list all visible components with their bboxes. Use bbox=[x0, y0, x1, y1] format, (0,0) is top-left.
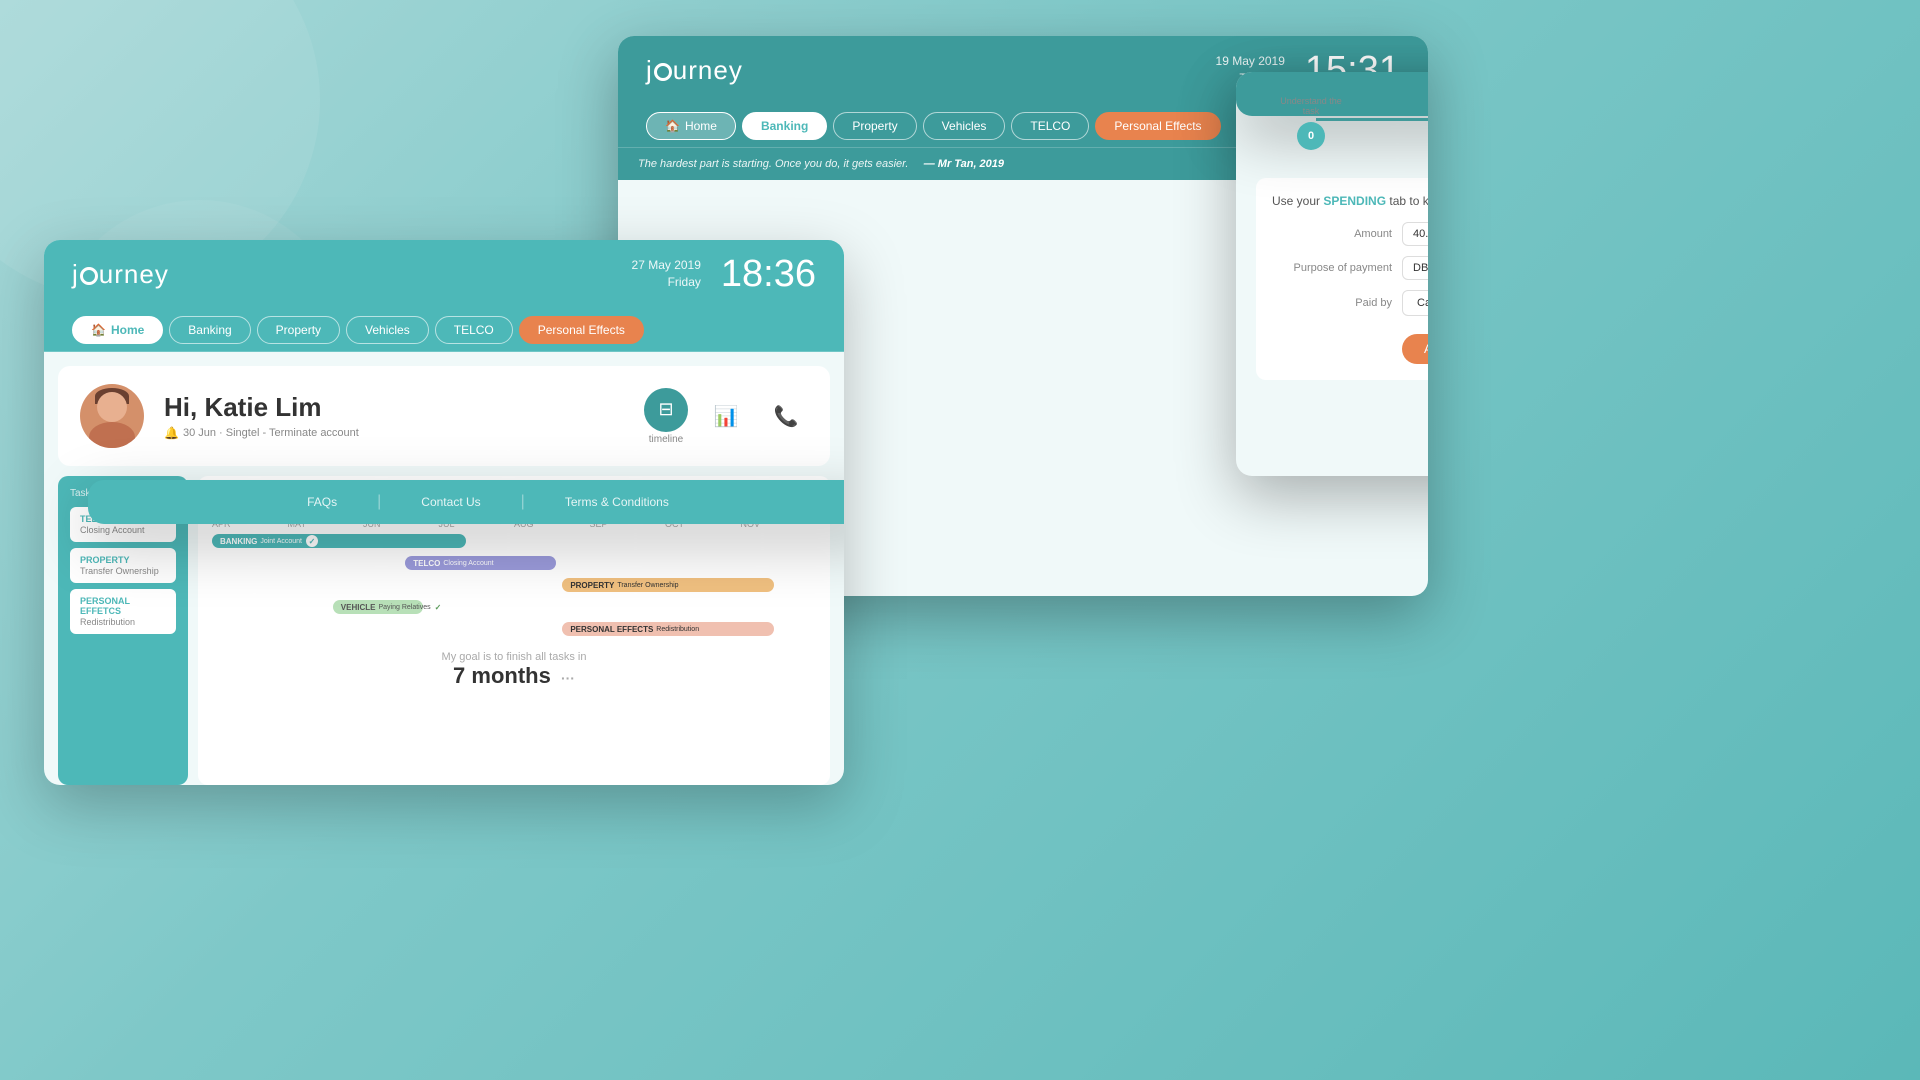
timeline-icon: ⊟ bbox=[658, 399, 673, 420]
home-icon: 🏠 bbox=[665, 119, 680, 133]
call-icon: 📞 bbox=[774, 404, 799, 429]
bar-vehicle: VEHICLE Paying Relatives ✓ bbox=[333, 600, 424, 614]
front-logo: jurney bbox=[72, 259, 169, 290]
paid-by-label: Paid by bbox=[1272, 297, 1392, 309]
front-header-time: 18:36 bbox=[721, 253, 816, 296]
amount-input[interactable] bbox=[1402, 222, 1428, 246]
home-window: jurney 27 May 2019 Friday 18:36 🏠 Home B… bbox=[44, 240, 844, 785]
avatar-face bbox=[97, 392, 127, 422]
task-item-personal: PERSONAL EFFETCS Redistribution bbox=[70, 589, 176, 634]
user-section: Hi, Katie Lim 🔔 30 Jun · Singtel - Termi… bbox=[58, 366, 830, 466]
front-nav-bar: 🏠 Home Banking Property Vehicles TELCO P… bbox=[44, 308, 844, 352]
goal-dots-icon: ··· bbox=[561, 670, 575, 686]
front-logo-o-icon bbox=[80, 267, 98, 285]
goal-months: 7 months ··· bbox=[212, 663, 816, 689]
avatar-body bbox=[89, 422, 135, 448]
content-instruction: Use your SPENDING tab to keep track of a… bbox=[1272, 194, 1428, 208]
call-action-group: 📞 bbox=[764, 394, 808, 438]
purpose-row: Purpose of payment bbox=[1272, 256, 1428, 280]
purpose-input[interactable] bbox=[1402, 256, 1428, 280]
step-0: Understand the task 0 bbox=[1276, 96, 1346, 150]
bar-banking-row: BANKING Joint Account ✓ bbox=[212, 533, 816, 549]
bar-telco: TELCO Closing Account bbox=[405, 556, 556, 570]
avatar bbox=[80, 384, 144, 448]
banking-content-area: Use your SPENDING tab to keep track of a… bbox=[1256, 178, 1428, 380]
front-footer-contact[interactable]: Contact Us bbox=[421, 495, 480, 509]
user-info: Hi, Katie Lim 🔔 30 Jun · Singtel - Termi… bbox=[164, 392, 624, 440]
bar-telco-row: TELCO Closing Account bbox=[212, 555, 816, 571]
bar-property: PROPERTY Transfer Ownership bbox=[562, 578, 773, 592]
step-circle-0: 0 bbox=[1297, 122, 1325, 150]
back-tab-home[interactable]: 🏠 Home bbox=[646, 112, 736, 140]
amount-row: Amount bbox=[1272, 222, 1428, 246]
call-button[interactable]: 📞 bbox=[764, 394, 808, 438]
back-tab-property[interactable]: Property bbox=[833, 112, 916, 140]
bar-vehicle-row: VEHICLE Paying Relatives ✓ bbox=[212, 599, 816, 615]
goal-section: My goal is to finish all tasks in 7 mont… bbox=[212, 651, 816, 689]
front-tab-property[interactable]: Property bbox=[257, 316, 340, 344]
user-actions: ⊟ timeline 📊 📞 bbox=[644, 388, 808, 445]
back-logo: jurney bbox=[646, 55, 743, 86]
front-tab-banking[interactable]: Banking bbox=[169, 316, 250, 344]
front-footer-terms[interactable]: Terms & Conditions bbox=[565, 495, 669, 509]
paid-by-row: Paid by Carrie Lim bbox=[1272, 290, 1428, 316]
stats-action-group: 📊 bbox=[704, 394, 748, 438]
bar-personal-row: PERSONAL EFFECTS Redistribution bbox=[212, 621, 816, 637]
spending-highlight: SPENDING bbox=[1323, 194, 1386, 208]
stats-button[interactable]: 📊 bbox=[704, 394, 748, 438]
back-tab-vehicles[interactable]: Vehicles bbox=[923, 112, 1006, 140]
stats-icon: 📊 bbox=[714, 404, 739, 429]
front-tab-vehicles[interactable]: Vehicles bbox=[346, 316, 429, 344]
front-main-content: Hi, Katie Lim 🔔 30 Jun · Singtel - Termi… bbox=[44, 352, 844, 785]
logo-o-icon bbox=[654, 63, 672, 81]
timeline-button[interactable]: ⊟ bbox=[644, 388, 688, 432]
notification-bell-icon: 🔔 bbox=[164, 426, 179, 440]
timeline-label: timeline bbox=[649, 434, 683, 445]
front-tab-personal-effects[interactable]: Personal Effects bbox=[519, 316, 644, 344]
banking-check-icon: ✓ bbox=[306, 535, 318, 547]
front-footer-faqs[interactable]: FAQs bbox=[307, 495, 337, 509]
front-home-icon: 🏠 bbox=[91, 323, 106, 337]
bar-property-row: PROPERTY Transfer Ownership bbox=[212, 577, 816, 593]
bar-personal: PERSONAL EFFECTS Redistribution bbox=[562, 622, 773, 636]
front-footer: FAQs | Contact Us | Terms & Conditions bbox=[88, 480, 844, 524]
back-body: Understand the task 0 Prepare Documents … bbox=[1236, 72, 1428, 476]
front-tab-telco[interactable]: TELCO bbox=[435, 316, 513, 344]
timeline-action-group: ⊟ timeline bbox=[644, 388, 688, 445]
back-quote-author: — Mr Tan, 2019 bbox=[924, 158, 1004, 170]
back-tab-banking[interactable]: Banking bbox=[742, 112, 827, 140]
back-main-panel: Understand the task 0 Prepare Documents … bbox=[1236, 72, 1428, 476]
add-entry-button[interactable]: Add in new entry bbox=[1402, 334, 1428, 364]
front-window-header: jurney 27 May 2019 Friday 18:36 bbox=[44, 240, 844, 308]
task-item-property: PROPERTY Transfer Ownership bbox=[70, 548, 176, 583]
timeline-bars: BANKING Joint Account ✓ TELCO Closing Ac… bbox=[212, 533, 816, 637]
purpose-label: Purpose of payment bbox=[1272, 262, 1392, 274]
front-header-date: 27 May 2019 Friday bbox=[632, 257, 701, 291]
user-name: Hi, Katie Lim bbox=[164, 392, 624, 423]
user-notification: 🔔 30 Jun · Singtel - Terminate account bbox=[164, 426, 624, 440]
back-tab-telco[interactable]: TELCO bbox=[1011, 112, 1089, 140]
vehicle-check-icon: ✓ bbox=[435, 601, 442, 613]
paid-by-select[interactable]: Carrie Lim bbox=[1402, 290, 1428, 316]
bar-banking: BANKING Joint Account ✓ bbox=[212, 534, 466, 548]
amount-label: Amount bbox=[1272, 228, 1392, 240]
back-tab-personal-effects[interactable]: Personal Effects bbox=[1095, 112, 1220, 140]
front-tab-home[interactable]: 🏠 Home bbox=[72, 316, 163, 344]
